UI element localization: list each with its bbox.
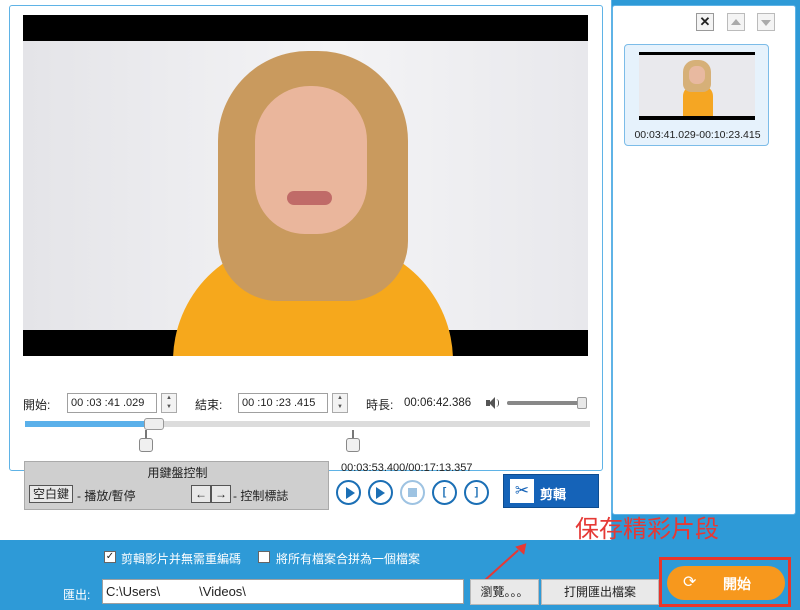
start-button-label: 開始: [723, 576, 751, 592]
end-marker[interactable]: [345, 430, 361, 452]
volume-slider[interactable]: [507, 397, 587, 409]
output-label: 匯出:: [63, 588, 91, 602]
keyboard-title: 用鍵盤控制: [147, 466, 208, 480]
annotation-arrowhead: [515, 539, 531, 555]
annotation-arrow: [483, 549, 519, 582]
annotation-text: 保存精彩片段: [575, 515, 719, 543]
play-selection-button[interactable]: [368, 480, 393, 505]
timeline-played: [25, 421, 153, 427]
scissors-icon: ✂: [510, 479, 534, 503]
triangle-down-icon: [761, 20, 771, 26]
duration-label: 時長:: [366, 398, 394, 412]
clip-range: 00:03:41.029-00:10:23.415: [634, 129, 761, 141]
move-up-button[interactable]: [727, 13, 745, 31]
play-button[interactable]: [336, 480, 361, 505]
cut-button[interactable]: ✂ 剪輯: [503, 474, 599, 508]
arrow-key-desc: - 控制標誌: [233, 489, 289, 503]
stop-icon: [408, 488, 417, 497]
clip-thumbnail: [639, 52, 755, 120]
set-start-button[interactable]: [: [432, 480, 457, 505]
bracket-open-icon: [: [442, 486, 447, 498]
video-frame: [23, 41, 588, 356]
set-end-button[interactable]: ]: [464, 480, 489, 505]
right-arrow-key: →: [211, 485, 231, 503]
browse-button[interactable]: 瀏覽。。。: [470, 579, 539, 605]
volume-knob[interactable]: [577, 397, 587, 409]
bracket-close-icon: ]: [474, 486, 479, 498]
end-label: 結束:: [195, 398, 223, 412]
cut-button-label: 剪輯: [540, 487, 567, 502]
timeline[interactable]: [25, 421, 590, 427]
clip-item[interactable]: 00:03:41.029-00:10:23.415: [624, 44, 769, 146]
video-player[interactable]: [23, 15, 588, 356]
end-time-field[interactable]: 00 :10 :23 .415: [238, 393, 328, 413]
delete-clip-button[interactable]: ✕: [696, 13, 714, 31]
playhead[interactable]: [143, 418, 164, 430]
start-marker[interactable]: [138, 430, 154, 452]
speaker-icon[interactable]: [486, 396, 500, 410]
start-time-spinner[interactable]: ▲ ▼: [161, 393, 177, 413]
play-selection-icon: [376, 487, 385, 499]
move-down-button[interactable]: [757, 13, 775, 31]
stop-button[interactable]: [400, 480, 425, 505]
start-button[interactable]: ⟳ 開始: [667, 566, 785, 600]
refresh-icon: ⟳: [683, 574, 697, 591]
position-readout: 00:03:53.400/00:17:13.357: [341, 462, 473, 474]
output-path-field[interactable]: C:\Users\ \Videos\: [102, 579, 464, 604]
duration-value: 00:06:42.386: [404, 397, 472, 409]
no-reencode-checkbox[interactable]: ✓: [104, 551, 116, 563]
start-time-field[interactable]: 00 :03 :41 .029: [67, 393, 157, 413]
keyboard-control-box: 用鍵盤控制 空白鍵 - 播放/暫停 ← → - 控制標誌: [24, 461, 329, 510]
triangle-up-icon: [731, 19, 741, 25]
start-label: 開始:: [23, 398, 51, 412]
no-reencode-label[interactable]: 剪輯影片并無需重編碼: [121, 550, 241, 567]
end-time-spinner[interactable]: ▲ ▼: [332, 393, 348, 413]
merge-label[interactable]: 將所有檔案合拼為一個檔案: [276, 550, 420, 567]
left-arrow-key: ←: [191, 485, 211, 503]
space-key-desc: - 播放/暫停: [77, 489, 136, 503]
open-folder-button[interactable]: 打開匯出檔案: [541, 579, 659, 605]
merge-checkbox[interactable]: [258, 551, 270, 563]
play-icon: [346, 487, 355, 499]
space-key: 空白鍵: [29, 485, 73, 503]
